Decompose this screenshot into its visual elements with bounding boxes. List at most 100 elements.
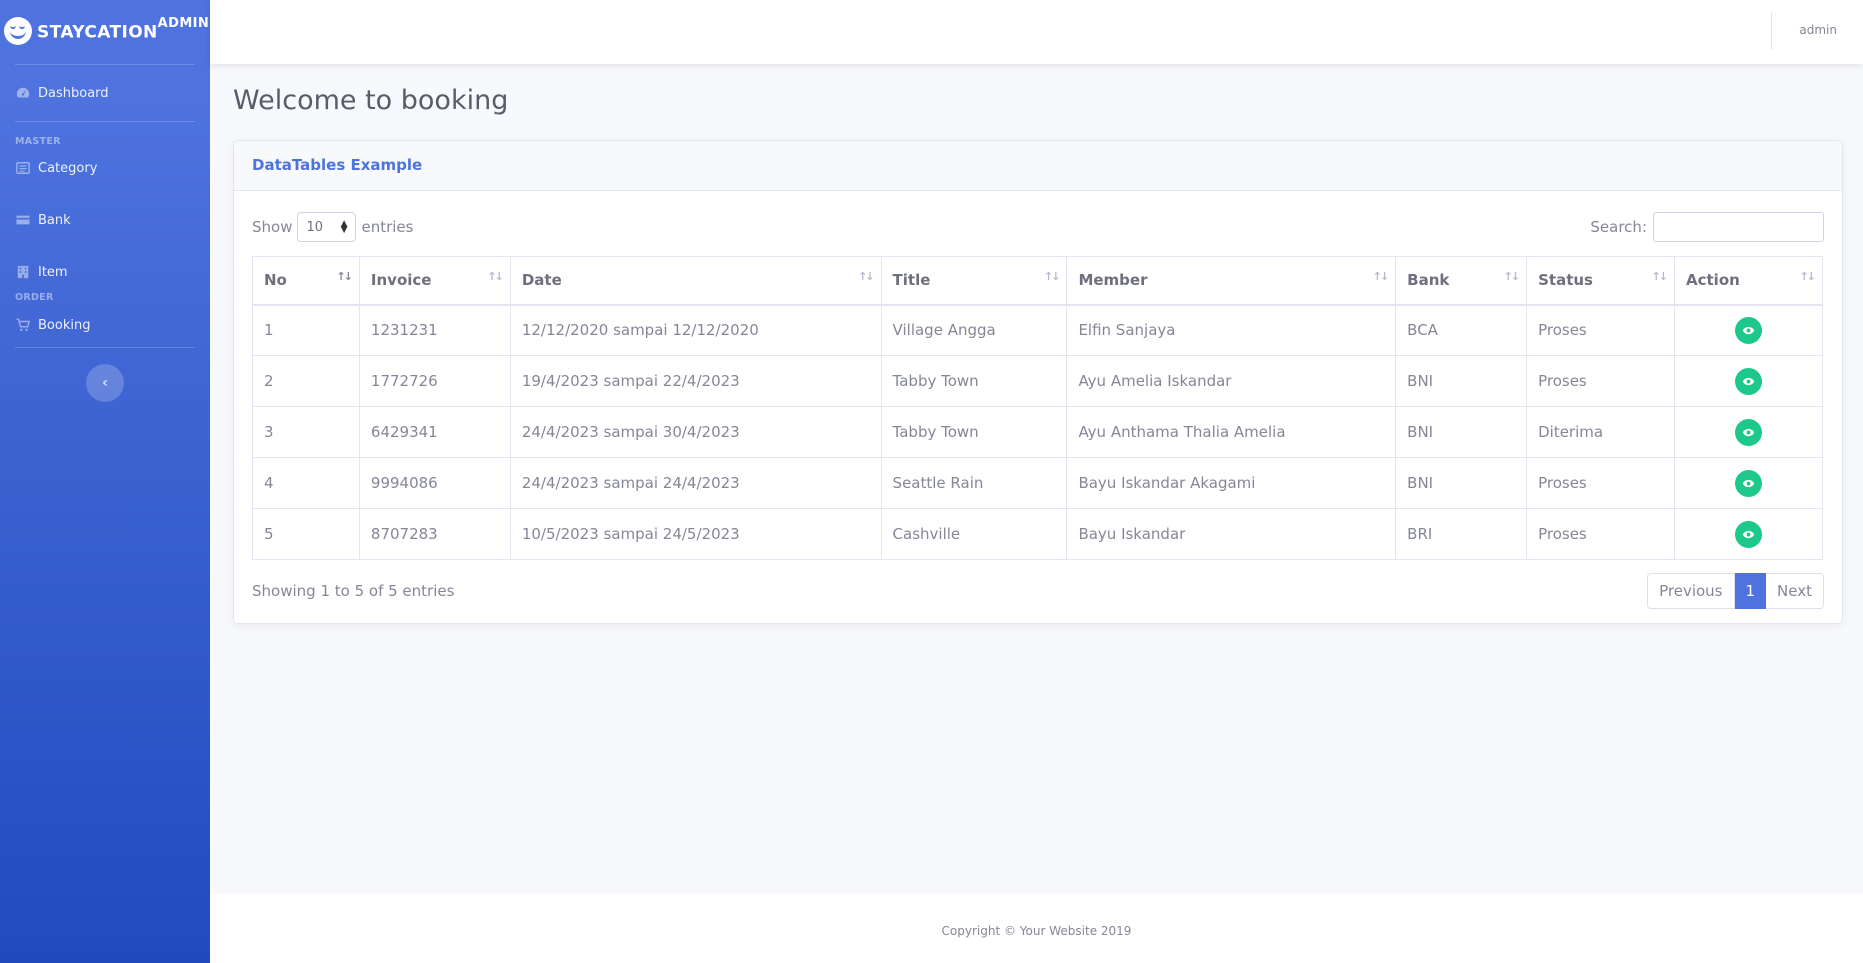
- tachometer-icon: [16, 87, 30, 99]
- column-header-invoice[interactable]: Invoice ↑↓: [358, 256, 511, 306]
- card-title: DataTables Example: [234, 141, 1842, 191]
- cell-member: Bayu Iskandar Akagami: [1066, 457, 1397, 509]
- view-button[interactable]: [1735, 316, 1762, 344]
- cell-action: [1674, 304, 1823, 356]
- brand-suffix: ADMIN: [157, 15, 210, 31]
- sidebar-item-item[interactable]: Item: [0, 246, 210, 298]
- cell-invoice: 6429341: [358, 406, 511, 458]
- cell-action: [1674, 406, 1823, 458]
- sort-icon: ↑↓: [1651, 270, 1669, 283]
- cell-status: Proses: [1526, 508, 1676, 560]
- table-row: 1 1231231 12/12/2020 sampai 12/12/2020 V…: [252, 304, 1823, 356]
- staycation-logo-icon: [4, 17, 32, 45]
- view-button[interactable]: [1735, 520, 1762, 548]
- entries-select[interactable]: 10 ▲ ▼: [297, 212, 357, 242]
- eye-icon: [1742, 428, 1755, 436]
- sidebar: STAYCATIONADMIN Dashboard MASTER Categor…: [0, 0, 210, 963]
- eye-icon: [1742, 377, 1755, 385]
- cell-invoice: 1772726: [358, 355, 511, 407]
- cell-title: Village Angga: [880, 304, 1068, 356]
- copyright-text: Copyright © Your Website 2019: [941, 924, 1132, 938]
- cell-title: Tabby Town: [880, 355, 1068, 407]
- brand[interactable]: STAYCATIONADMIN: [0, 0, 210, 62]
- pagination-previous[interactable]: Previous: [1647, 573, 1735, 609]
- site-footer: Copyright © Your Website 2019: [210, 894, 1863, 963]
- credit-card-icon: [16, 214, 30, 226]
- cell-title: Tabby Town: [880, 406, 1068, 458]
- cell-title: Cashville: [880, 508, 1068, 560]
- view-button[interactable]: [1735, 469, 1762, 497]
- cell-status: Proses: [1526, 355, 1676, 407]
- column-header-date[interactable]: Date ↑↓: [509, 256, 882, 306]
- entries-label: entries: [361, 218, 414, 236]
- entries-select-value: 10: [306, 219, 324, 235]
- bookings-table: No ↑↓ Invoice ↑↓ Date ↑↓ Title ↑↓ Member ↑↓ B…: [252, 256, 1823, 560]
- column-header-title[interactable]: Title ↑↓: [880, 256, 1068, 306]
- column-header-bank[interactable]: Bank ↑↓: [1395, 256, 1528, 306]
- cell-bank: BRI: [1395, 508, 1528, 560]
- pagination-page-1[interactable]: 1: [1734, 573, 1767, 609]
- cell-date: 19/4/2023 sampai 22/4/2023: [509, 355, 882, 407]
- sidebar-item-booking[interactable]: Booking: [0, 299, 210, 351]
- view-button[interactable]: [1735, 418, 1762, 446]
- sort-icon: ↑↓: [1503, 270, 1521, 283]
- pagination-next[interactable]: Next: [1766, 573, 1824, 609]
- eye-icon: [1742, 326, 1755, 334]
- cell-member: Bayu Iskandar: [1066, 508, 1397, 560]
- sidebar-divider: [15, 64, 195, 65]
- cell-member: Ayu Amelia Iskandar: [1066, 355, 1397, 407]
- sidebar-divider: [15, 121, 195, 122]
- table-row: 5 8707283 10/5/2023 sampai 24/5/2023 Cas…: [252, 508, 1823, 560]
- sidebar-item-label: Dashboard: [38, 85, 109, 101]
- column-header-status[interactable]: Status ↑↓: [1526, 256, 1676, 306]
- cell-date: 24/4/2023 sampai 24/4/2023: [509, 457, 882, 509]
- topbar-divider: [1771, 12, 1772, 50]
- entries-length-control: Show 10 ▲ ▼ entries: [252, 212, 413, 242]
- cell-status: Diterima: [1526, 406, 1676, 458]
- topbar: admin: [210, 0, 1863, 64]
- sort-updown-icon: ▲ ▼: [340, 219, 348, 235]
- search-control: Search:: [1590, 212, 1824, 242]
- cell-action: [1674, 457, 1823, 509]
- column-header-member[interactable]: Member ↑↓: [1066, 256, 1397, 306]
- cell-member: Ayu Anthama Thalia Amelia: [1066, 406, 1397, 458]
- cell-status: Proses: [1526, 457, 1676, 509]
- page-title: Welcome to booking: [233, 85, 509, 116]
- pagination: Previous 1 Next: [1647, 573, 1824, 609]
- cell-no: 4: [252, 457, 360, 509]
- column-header-action[interactable]: Action ↑↓: [1674, 256, 1823, 306]
- sort-asc-icon: ↑↓: [336, 270, 353, 283]
- sidebar-toggle-button[interactable]: ‹: [86, 364, 124, 402]
- table-header-row: No ↑↓ Invoice ↑↓ Date ↑↓ Title ↑↓ Member ↑↓ B…: [252, 256, 1823, 306]
- sort-icon: ↑↓: [487, 270, 504, 283]
- sidebar-item-dashboard[interactable]: Dashboard: [0, 67, 210, 119]
- eye-icon: [1742, 530, 1755, 538]
- search-input[interactable]: [1653, 212, 1824, 242]
- sidebar-item-label: Bank: [38, 212, 71, 228]
- cell-title: Seattle Rain: [880, 457, 1068, 509]
- sidebar-item-category[interactable]: Category: [0, 142, 210, 194]
- cell-invoice: 1231231: [358, 304, 511, 356]
- list-icon: [16, 162, 30, 174]
- eye-icon: [1742, 479, 1755, 487]
- sidebar-divider: [15, 347, 195, 348]
- table-row: 3 6429341 24/4/2023 sampai 30/4/2023 Tab…: [252, 406, 1823, 458]
- sidebar-item-label: Booking: [38, 317, 91, 333]
- search-label: Search:: [1590, 218, 1647, 236]
- sort-icon: ↑↓: [858, 270, 875, 283]
- sort-icon: ↑↓: [1372, 270, 1390, 283]
- cell-bank: BCA: [1395, 304, 1528, 356]
- cell-action: [1674, 355, 1823, 407]
- view-button[interactable]: [1735, 367, 1762, 395]
- sidebar-item-label: Item: [38, 264, 68, 280]
- datatable-card: DataTables Example Show 10 ▲ ▼ entries Se…: [233, 140, 1843, 624]
- cell-invoice: 9994086: [358, 457, 511, 509]
- brand-name: STAYCATIONADMIN: [37, 15, 210, 43]
- cell-bank: BNI: [1395, 355, 1528, 407]
- cell-no: 2: [252, 355, 360, 407]
- chevron-left-icon: ‹: [102, 375, 108, 391]
- user-menu[interactable]: admin: [1799, 23, 1837, 37]
- sidebar-item-bank[interactable]: Bank: [0, 194, 210, 246]
- column-header-no[interactable]: No ↑↓: [252, 256, 360, 306]
- cell-date: 10/5/2023 sampai 24/5/2023: [509, 508, 882, 560]
